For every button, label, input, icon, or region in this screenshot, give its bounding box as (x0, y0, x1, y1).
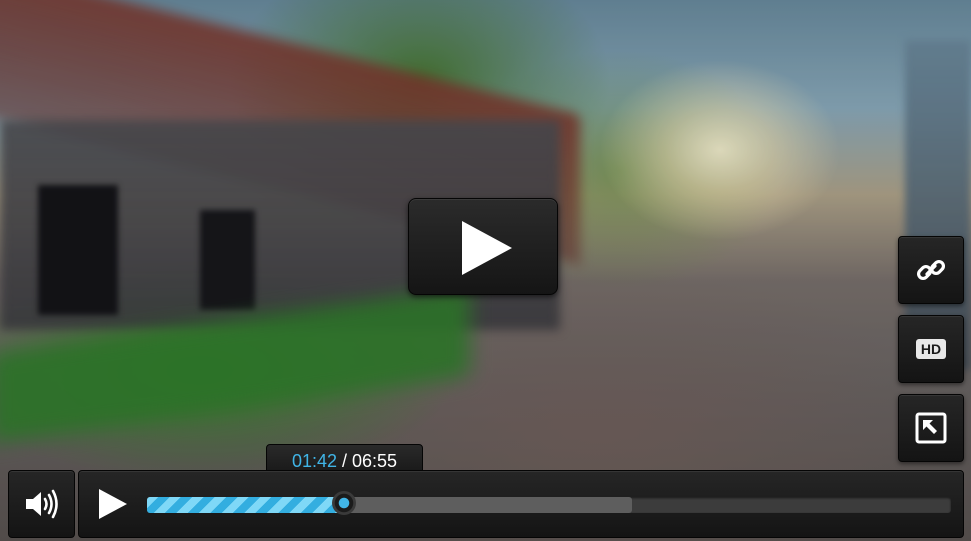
link-icon (916, 259, 946, 281)
time-separator: / (336, 451, 352, 471)
hd-toggle-button[interactable]: HD (898, 315, 964, 383)
play-button[interactable] (93, 487, 133, 521)
duration: 06:55 (352, 451, 398, 471)
exit-fullscreen-button[interactable] (898, 394, 964, 462)
hd-icon: HD (915, 339, 947, 359)
volume-icon (25, 489, 58, 519)
play-icon (99, 489, 127, 519)
arrow-up-left-icon (915, 412, 947, 444)
seek-bar[interactable] (147, 491, 951, 515)
seek-handle[interactable] (331, 491, 356, 515)
current-time: 01:42 (291, 451, 337, 471)
control-bar (78, 470, 964, 538)
play-icon (462, 221, 512, 275)
volume-button[interactable] (8, 470, 75, 538)
share-link-button[interactable] (898, 236, 964, 304)
big-play-button[interactable] (408, 198, 558, 295)
video-player[interactable]: HD 01:42 / 06:55 (0, 0, 971, 541)
seek-played (147, 497, 344, 513)
